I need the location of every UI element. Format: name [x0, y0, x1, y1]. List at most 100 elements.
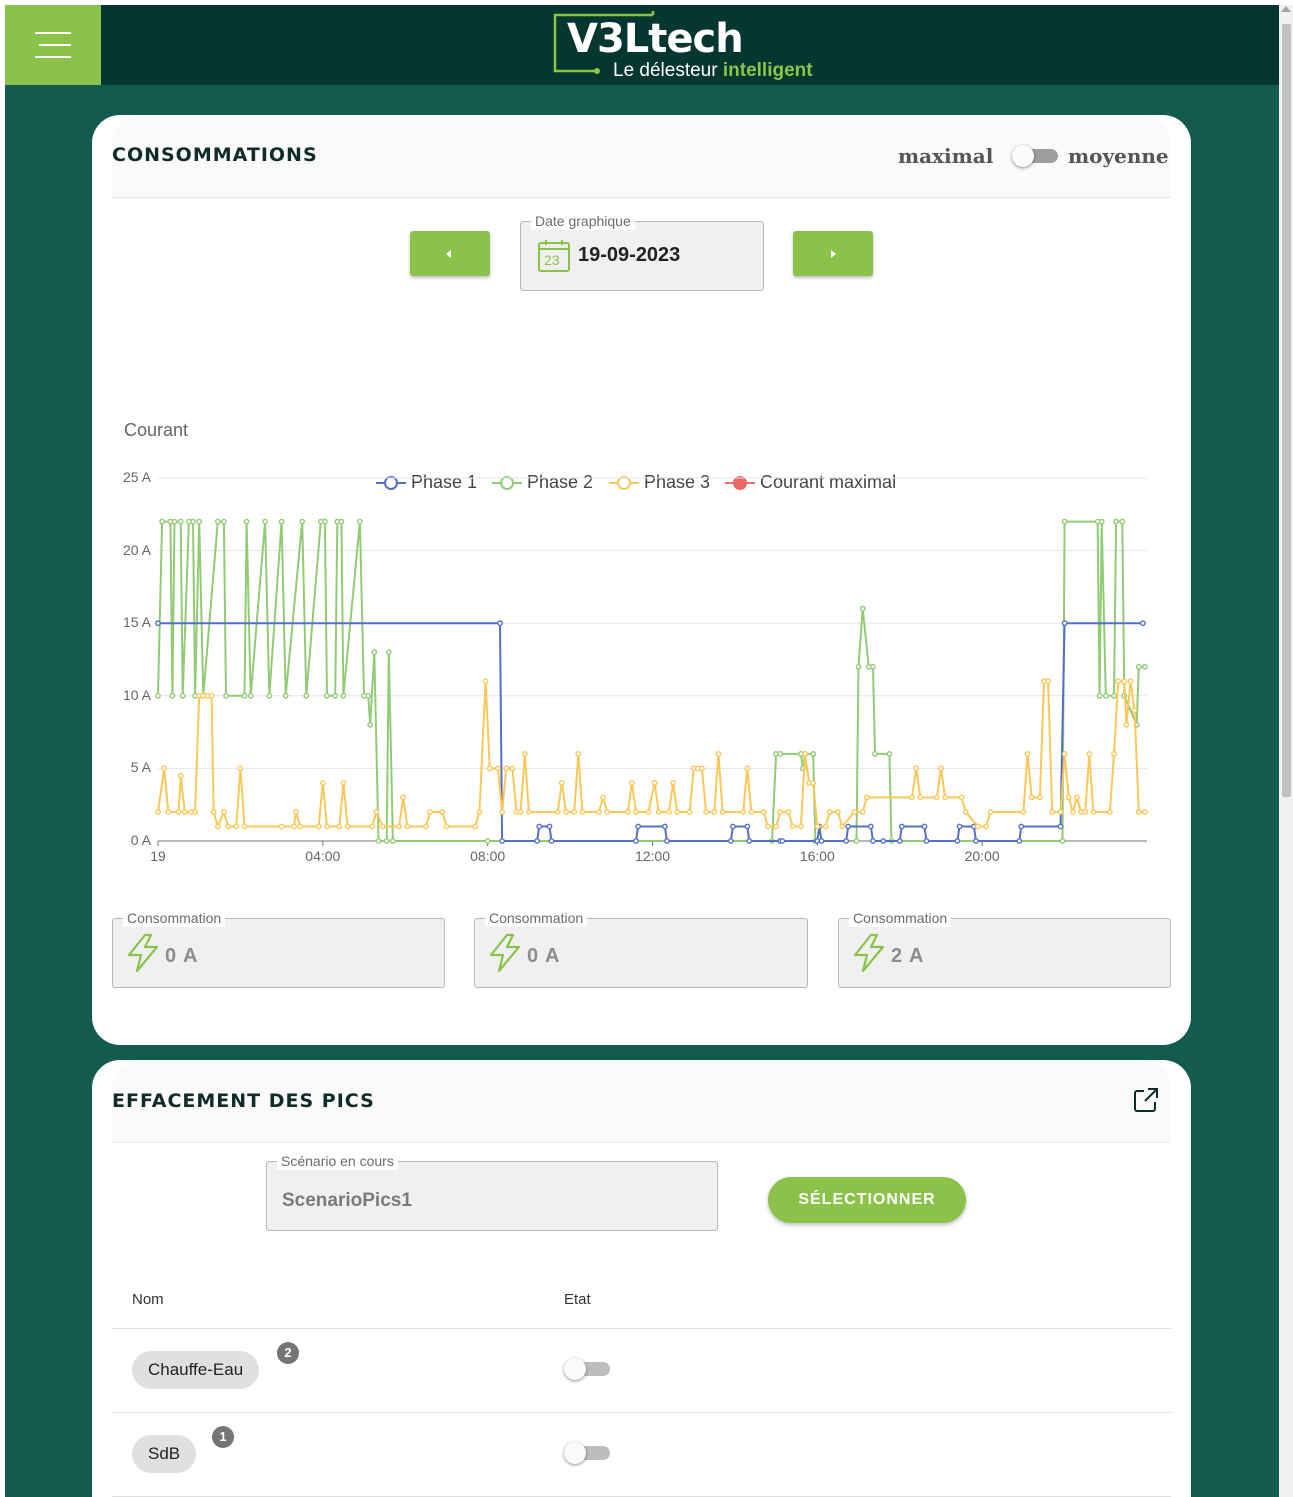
date-graphique-field[interactable]: Date graphique 23 19-09-2023 [520, 212, 764, 291]
data-point [499, 838, 505, 844]
data-point [495, 765, 501, 772]
scrollbar-thumb[interactable] [1282, 24, 1291, 797]
data-point [971, 823, 977, 830]
data-point [196, 692, 203, 699]
data-point [886, 751, 893, 757]
data-point [975, 823, 981, 830]
data-point [600, 794, 606, 801]
data-point [266, 692, 273, 699]
data-point [923, 838, 930, 844]
data-point [340, 692, 347, 699]
data-point [513, 809, 520, 815]
table-row: SdB 1 [112, 1413, 1171, 1497]
data-point [1111, 692, 1117, 699]
data-point [839, 823, 845, 830]
data-point [321, 518, 328, 525]
device-chip-chauffe-eau[interactable]: Chauffe-Eau [132, 1351, 260, 1389]
data-point [699, 765, 705, 772]
data-point [1098, 518, 1105, 525]
data-point [1140, 620, 1146, 627]
data-point [179, 692, 186, 699]
data-point [859, 809, 866, 815]
data-point [571, 809, 578, 815]
consommation-card-3: Consommation 2 A [838, 909, 1171, 988]
toggle-left-label: maximal [898, 144, 994, 168]
legend-phase-2[interactable]: Phase 2 [492, 470, 593, 494]
calendar-icon: 23 [537, 239, 571, 273]
data-point [806, 780, 812, 786]
legend-phase-3[interactable]: Phase 3 [609, 470, 710, 494]
data-point [896, 838, 903, 844]
consommations-card: CONSOMMATIONS maximal moyenne Date graph… [92, 115, 1191, 1045]
data-point [880, 838, 887, 844]
data-point [486, 765, 493, 772]
data-point [369, 823, 376, 830]
sdb-state-toggle[interactable] [562, 1439, 614, 1467]
data-point [744, 823, 751, 830]
scenario-field[interactable]: Scénario en cours ScenarioPics1 [266, 1152, 718, 1231]
data-point [865, 663, 872, 670]
data-point [870, 663, 876, 670]
lightning-icon [127, 933, 159, 973]
data-point [773, 751, 779, 757]
previous-date-button[interactable] [410, 231, 490, 276]
data-point [208, 692, 215, 699]
data-point [167, 518, 174, 525]
data-point [383, 838, 390, 844]
data-point [987, 809, 994, 815]
data-point [779, 838, 786, 844]
data-point [719, 809, 726, 815]
data-point [155, 692, 161, 699]
menu-button[interactable] [5, 5, 101, 85]
data-point [1057, 809, 1064, 815]
data-point [711, 809, 718, 815]
data-point [765, 823, 771, 830]
data-point [155, 809, 161, 815]
device-chip-sdb[interactable]: SdB [132, 1435, 197, 1473]
data-point [703, 809, 709, 815]
data-point [635, 823, 641, 830]
data-point [1127, 678, 1134, 685]
data-point [760, 809, 767, 815]
data-point [503, 765, 510, 772]
data-point [942, 794, 948, 801]
legend-courant-maximal[interactable]: Courant maximal [725, 470, 896, 494]
data-point [1090, 809, 1097, 815]
data-point [525, 809, 532, 815]
legend-phase-1[interactable]: Phase 1 [376, 470, 477, 494]
effacement-title: EFFACEMENT DES PICS [112, 1090, 375, 1112]
data-point [822, 823, 829, 830]
maximal-moyenne-toggle[interactable] [1010, 142, 1062, 170]
legend-courant-maximal-label: Courant maximal [760, 472, 897, 492]
data-point [210, 809, 217, 815]
lightning-icon [853, 933, 885, 973]
data-point [863, 794, 870, 801]
data-point [859, 605, 866, 612]
chauffe-eau-state-toggle[interactable] [562, 1355, 614, 1383]
data-point [674, 809, 681, 815]
data-point [962, 809, 969, 815]
y-tick-label: 10 A [122, 686, 151, 703]
next-date-button[interactable] [793, 231, 873, 276]
scroll-up-arrow-icon[interactable] [1281, 6, 1291, 12]
data-point [1078, 809, 1084, 815]
data-point [365, 692, 372, 699]
data-point [579, 809, 586, 815]
data-point [1096, 692, 1103, 699]
series-line [157, 520, 1145, 842]
column-header-nom: Nom [132, 1291, 164, 1308]
data-point [563, 809, 569, 815]
data-point [816, 823, 823, 830]
data-point [1057, 823, 1064, 830]
external-link-icon[interactable] [1132, 1086, 1160, 1114]
data-point [291, 823, 297, 830]
data-point [785, 809, 792, 815]
data-point [190, 518, 196, 525]
column-header-etat: Etat [564, 1291, 591, 1308]
data-point [356, 518, 363, 525]
consommation-label: Consommation [485, 909, 588, 927]
data-point [521, 751, 528, 757]
data-point [439, 809, 446, 815]
select-scenario-button[interactable]: SÉLECTIONNER [768, 1177, 966, 1223]
device-badge: 1 [212, 1426, 234, 1448]
